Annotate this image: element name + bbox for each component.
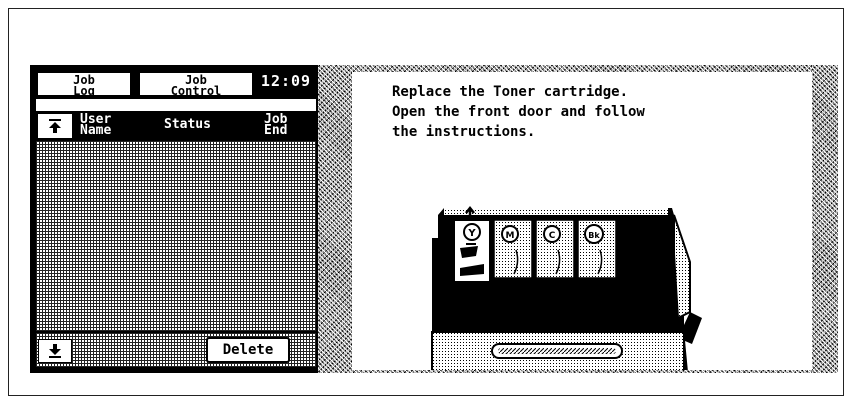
clock-display: 12:09 [258,71,314,91]
column-user-name-line2: Name [80,123,112,138]
tab-job-log-line2: Log [73,84,95,98]
toner-label-bk: Bk [588,231,600,240]
separator-texture [318,65,352,373]
column-status: Status [164,117,211,132]
toner-slot-y: Y [453,219,491,283]
job-list[interactable] [36,141,316,331]
message-panel: Replace the Toner cartridge. Open the fro… [352,72,812,370]
column-user-name: User Name [80,113,112,138]
toner-slot-c: C [535,219,575,279]
printer-illustration: Y M C Bk [431,205,702,370]
page-frame: Job Log Job Control 12:09 User Name Stat… [8,8,844,396]
tab-job-control[interactable]: Job Control [138,71,254,97]
tab-job-log[interactable]: Job Log [36,71,132,97]
toner-label-y: Y [467,228,476,239]
top-texture-strip [352,65,812,72]
toner-slot-bk: Bk [577,219,617,279]
column-job-end-line2: End [264,123,288,138]
toner-label-c: C [549,231,556,241]
scroll-up-double-arrow-icon [49,119,61,133]
scroll-down-double-arrow-icon [49,344,61,358]
column-job-end: Job End [264,113,288,138]
toner-slot-m: M [493,219,533,279]
scroll-up-button[interactable] [38,114,72,138]
scroll-down-button[interactable] [38,339,72,363]
printer-top-edge [444,208,668,215]
bottom-texture-strip [352,370,812,373]
job-list-header: User Name Status Job End [36,111,316,139]
separator-texture-right [812,65,838,373]
tab-job-control-line2: Control [170,84,222,98]
copier-display: Job Log Job Control 12:09 User Name Stat… [30,65,838,373]
tab-underline [36,99,316,111]
toner-label-m: M [506,231,515,241]
delete-button[interactable]: Delete [206,337,290,363]
